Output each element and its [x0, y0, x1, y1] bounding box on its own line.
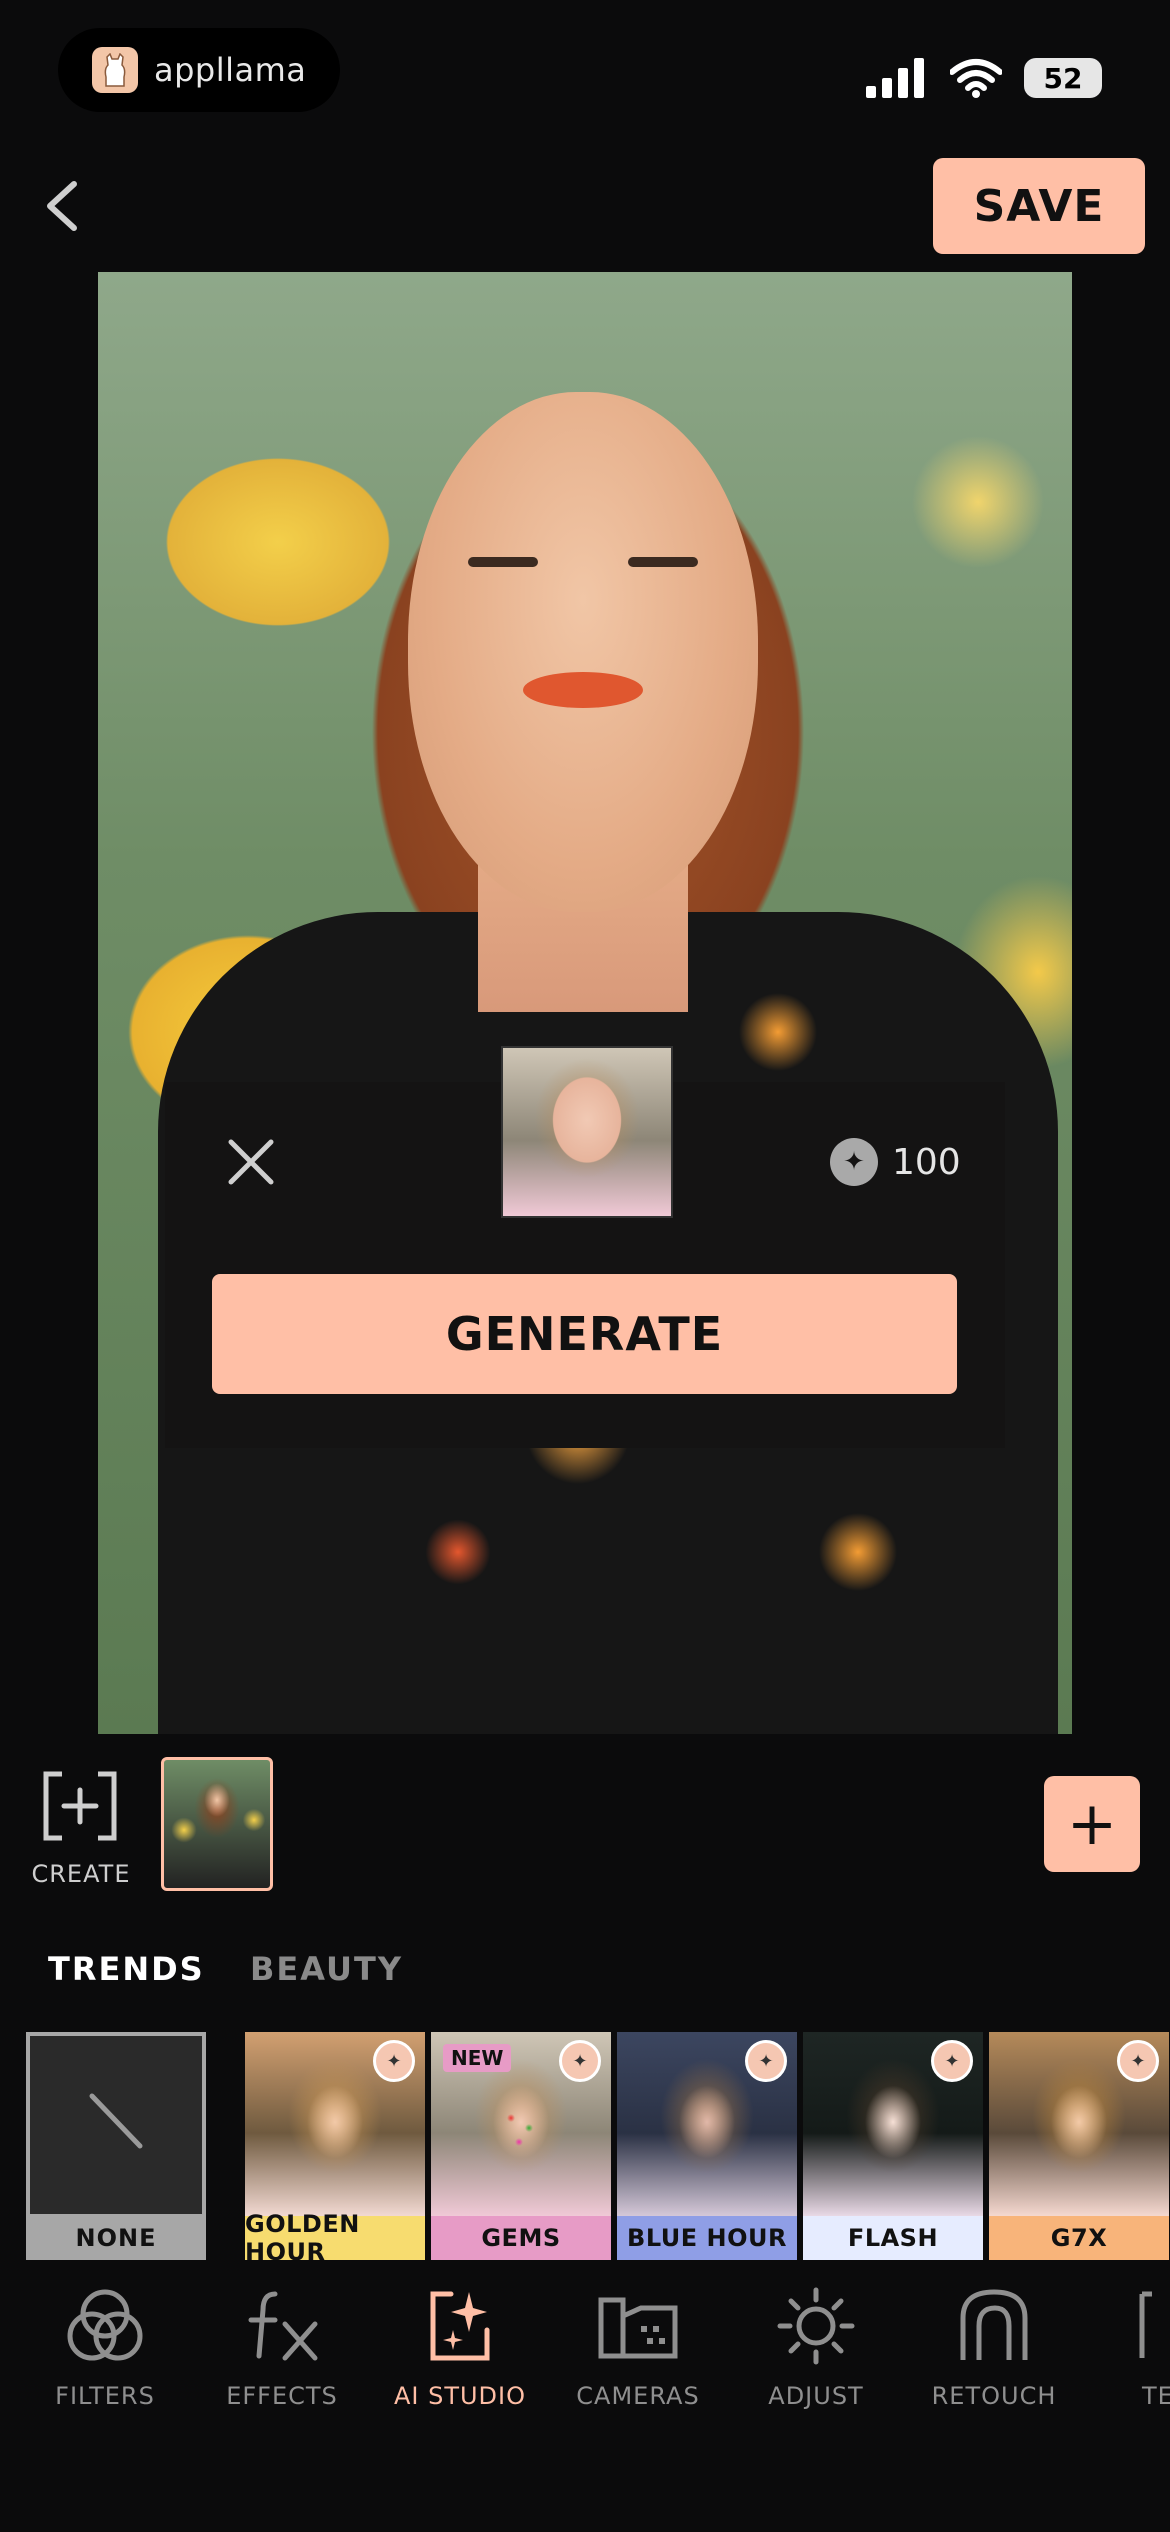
filter-g7x[interactable]: ✦ G7X [989, 2032, 1169, 2260]
filter-gems[interactable]: NEW ✦ GEMS [431, 2032, 611, 2260]
filter-golden-hour[interactable]: ✦ GOLDEN HOUR [245, 2032, 425, 2260]
nav-adjust[interactable]: ADJUST [736, 2270, 896, 2410]
filter-label: GOLDEN HOUR [245, 2210, 425, 2260]
nav-adjust-label: ADJUST [768, 2382, 864, 2410]
effects-icon [248, 2291, 318, 2361]
tab-trends[interactable]: TRENDS [48, 1950, 205, 1988]
ai-studio-icon [430, 2291, 490, 2361]
new-badge: NEW [443, 2044, 512, 2072]
nav-effects[interactable]: EFFECTS [202, 2270, 362, 2410]
app-badge: appllama [58, 28, 340, 112]
nav-text[interactable]: TE [1092, 2270, 1170, 2410]
nav-ai-studio[interactable]: AI STUDIO [380, 2270, 540, 2410]
nav-filters[interactable]: FILTERS [25, 2270, 185, 2410]
photo-subject-face [408, 392, 758, 912]
premium-badge-icon: ✦ [559, 2040, 601, 2082]
credit-cost: ✦ 100 [830, 1134, 961, 1190]
nav-ai-studio-label: AI STUDIO [393, 2382, 527, 2410]
retouch-icon [960, 2289, 1028, 2360]
create-frame-icon [43, 1771, 117, 1841]
nav-retouch-label: RETOUCH [931, 2382, 1057, 2410]
none-preview [30, 2036, 202, 2214]
wifi-icon [950, 59, 1002, 98]
filter-label: G7X [989, 2216, 1169, 2260]
filters-icon [67, 2289, 143, 2361]
filter-none-label: NONE [75, 2224, 157, 2252]
status-icons: 52 [866, 50, 1102, 106]
battery-indicator: 52 [1024, 58, 1102, 98]
gems-preview-thumbnail [501, 1046, 673, 1218]
premium-badge-icon: ✦ [745, 2040, 787, 2082]
nav-text-label: TE [1142, 2382, 1170, 2410]
filter-label: BLUE HOUR [617, 2216, 797, 2260]
text-icon [1139, 2291, 1152, 2358]
filter-label: FLASH [803, 2216, 983, 2260]
photo-canvas[interactable] [98, 272, 1072, 1734]
create-label: CREATE [31, 1860, 131, 1888]
back-chevron-icon[interactable] [36, 176, 96, 236]
premium-badge-icon: ✦ [931, 2040, 973, 2082]
premium-badge-icon: ✦ [373, 2040, 415, 2082]
layer-thumbnail[interactable] [161, 1757, 273, 1891]
filter-label: GEMS [431, 2216, 611, 2260]
nav-effects-label: EFFECTS [226, 2382, 338, 2410]
nav-cameras-label: CAMERAS [576, 2382, 700, 2410]
tab-beauty[interactable]: BEAUTY [250, 1950, 403, 1988]
filter-blue-hour[interactable]: ✦ BLUE HOUR [617, 2032, 797, 2260]
bottom-nav: FILTERS EFFECTS AI STUDIO CAMERAS ADJUST… [0, 2270, 1170, 2440]
llama-logo-icon [92, 47, 138, 93]
adjust-icon [777, 2287, 855, 2365]
close-icon[interactable] [225, 1136, 277, 1188]
filter-flash[interactable]: ✦ FLASH [803, 2032, 983, 2260]
photo-eye-left [468, 557, 538, 567]
nav-filters-label: FILTERS [55, 2382, 155, 2410]
credit-cost-value: 100 [892, 1141, 961, 1183]
credit-coin-icon: ✦ [830, 1138, 878, 1186]
save-button[interactable]: SAVE [933, 158, 1145, 254]
add-layer-button[interactable]: + [1044, 1776, 1140, 1872]
premium-badge-icon: ✦ [1117, 2040, 1159, 2082]
nav-retouch[interactable]: RETOUCH [914, 2270, 1074, 2410]
cellular-signal-icon [866, 58, 924, 98]
nav-cameras[interactable]: CAMERAS [558, 2270, 718, 2410]
filter-none[interactable]: NONE [26, 2032, 206, 2260]
photo-eye-right [628, 557, 698, 567]
app-name: appllama [154, 51, 307, 89]
no-filter-slash-icon [89, 2093, 143, 2149]
generate-button[interactable]: GENERATE [212, 1274, 957, 1394]
photo-lips [523, 672, 643, 708]
cameras-icon [598, 2297, 678, 2359]
